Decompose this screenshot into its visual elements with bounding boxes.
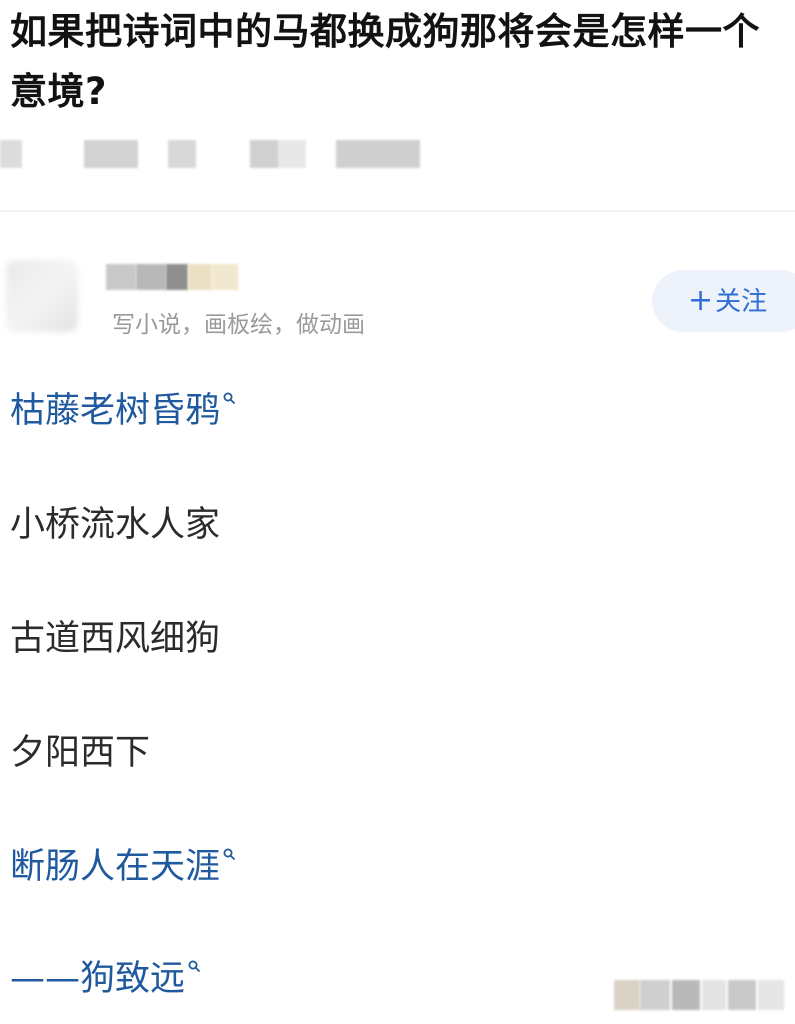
plus-icon: + xyxy=(688,283,714,318)
blurred-meta-strip xyxy=(0,140,440,168)
question-title: 如果把诗词中的马都换成狗那将会是怎样一个意境? xyxy=(10,10,760,113)
search-icon xyxy=(223,392,235,404)
answer-line: 小桥流水人家 xyxy=(10,502,220,548)
answer-line-text: 枯藤老树昏鸦 xyxy=(10,391,221,431)
answer-line-text: 古道西风细狗 xyxy=(10,619,221,659)
author-row: 写小说，画板绘，做动画 +关注 xyxy=(0,252,795,342)
answer-line: 古道西风细狗 xyxy=(10,616,220,662)
answer-line-text: 夕阳西下 xyxy=(10,733,151,773)
follow-button[interactable]: +关注 xyxy=(652,270,795,332)
answer-line-text: ——狗致远 xyxy=(10,959,186,999)
search-icon xyxy=(223,848,235,860)
search-icon xyxy=(188,960,200,972)
avatar[interactable] xyxy=(6,260,78,332)
answer-line[interactable]: 断肠人在天涯 xyxy=(10,844,235,890)
divider xyxy=(0,210,795,212)
author-bio: 写小说，画板绘，做动画 xyxy=(112,312,365,338)
answer-line-text: 小桥流水人家 xyxy=(10,505,221,545)
answer-line: 夕阳西下 xyxy=(10,730,150,776)
author-name-blurred[interactable] xyxy=(106,264,238,290)
footer-watermark-blurred xyxy=(614,980,784,1010)
answer-line[interactable]: ——狗致远 xyxy=(10,956,200,1002)
answer-line-text: 断肠人在天涯 xyxy=(10,847,221,887)
follow-label: 关注 xyxy=(715,287,768,317)
answer-line[interactable]: 枯藤老树昏鸦 xyxy=(10,388,235,434)
